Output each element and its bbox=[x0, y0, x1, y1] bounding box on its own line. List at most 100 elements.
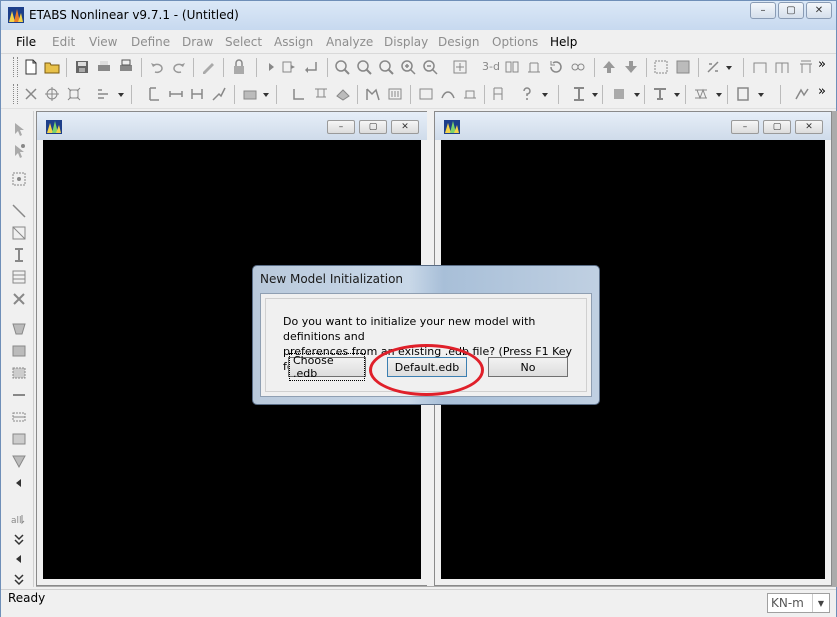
draw-brace-icon[interactable] bbox=[189, 86, 205, 102]
show-tables-icon[interactable] bbox=[491, 86, 507, 102]
object-shrink-icon[interactable] bbox=[653, 59, 669, 75]
draw-area-side-icon[interactable] bbox=[11, 343, 27, 359]
menu-options[interactable]: Options bbox=[492, 35, 538, 49]
menu-view[interactable]: View bbox=[89, 35, 117, 49]
zoom-out-icon[interactable] bbox=[422, 59, 438, 75]
move-up-icon[interactable] bbox=[601, 59, 617, 75]
design-concrete-icon[interactable] bbox=[611, 86, 627, 102]
child-title-bar[interactable]: – ▢ ✕ bbox=[435, 112, 831, 140]
design-joist-icon[interactable] bbox=[693, 86, 709, 102]
draw-beam-icon[interactable] bbox=[168, 86, 184, 102]
rotate-view-icon[interactable] bbox=[548, 59, 564, 75]
run-step-icon[interactable] bbox=[281, 59, 297, 75]
move-down-icon[interactable] bbox=[623, 59, 639, 75]
dropdown-arrow-icon[interactable] bbox=[725, 59, 733, 75]
target-icon[interactable] bbox=[44, 86, 60, 102]
draw-table-icon[interactable] bbox=[798, 59, 814, 75]
select-joint-icon[interactable] bbox=[11, 171, 27, 187]
dropdown-arrow-icon[interactable] bbox=[715, 86, 723, 102]
new-file-icon[interactable] bbox=[23, 59, 39, 75]
elevation-view-icon[interactable] bbox=[526, 59, 542, 75]
print-tables-icon[interactable] bbox=[118, 59, 134, 75]
chevron-down-icon[interactable]: ▼ bbox=[812, 594, 829, 612]
maximize-button[interactable]: ▢ bbox=[778, 2, 804, 19]
dropdown-arrow-icon[interactable] bbox=[633, 86, 641, 102]
dropdown-arrow-icon[interactable] bbox=[541, 86, 549, 102]
view-3d-button[interactable]: 3-d bbox=[482, 60, 500, 76]
pointer-icon[interactable] bbox=[11, 121, 27, 137]
assign-restraint-icon[interactable] bbox=[291, 86, 307, 102]
redo-icon[interactable] bbox=[171, 59, 187, 75]
dropdown-arrow-icon[interactable] bbox=[262, 86, 270, 102]
draw-frame-icon[interactable] bbox=[752, 59, 768, 75]
expand-down-icon[interactable] bbox=[11, 571, 27, 587]
create-area-icon[interactable] bbox=[11, 365, 27, 381]
menu-edit[interactable]: Edit bbox=[52, 35, 75, 49]
toolbar-grip[interactable] bbox=[13, 57, 18, 77]
minimize-button[interactable]: – bbox=[750, 2, 776, 19]
units-select[interactable]: KN-m ▼ bbox=[767, 593, 830, 613]
menu-design[interactable]: Design bbox=[438, 35, 479, 49]
pan-icon[interactable] bbox=[452, 59, 468, 75]
child-restore-button[interactable]: ▢ bbox=[359, 120, 387, 134]
zoom-window-icon[interactable] bbox=[334, 59, 350, 75]
snap-icon[interactable] bbox=[66, 86, 82, 102]
title-bar[interactable]: ETABS Nonlinear v9.7.1 - (Untitled) – ▢ … bbox=[1, 1, 836, 30]
child-close-button[interactable]: ✕ bbox=[795, 120, 823, 134]
show-forces-icon[interactable] bbox=[387, 86, 403, 102]
zoom-full-icon[interactable] bbox=[378, 59, 394, 75]
move-joint-icon[interactable] bbox=[23, 86, 39, 102]
expand-down-icon[interactable] bbox=[11, 531, 27, 547]
draw-column-side-icon[interactable] bbox=[11, 247, 27, 263]
draw-bay-icon[interactable] bbox=[774, 59, 790, 75]
menu-help[interactable]: Help bbox=[550, 35, 577, 49]
run-analysis-icon[interactable] bbox=[263, 59, 279, 75]
design-composite-icon[interactable] bbox=[652, 86, 668, 102]
save-icon[interactable] bbox=[74, 59, 90, 75]
design-steel-icon[interactable] bbox=[571, 86, 587, 102]
draw-rect-area-icon[interactable] bbox=[11, 321, 27, 337]
show-mode-icon[interactable] bbox=[440, 86, 456, 102]
print-graphics-icon[interactable] bbox=[96, 59, 112, 75]
dropdown-arrow-icon[interactable] bbox=[591, 86, 599, 102]
choose-edb-button[interactable]: Choose .edb bbox=[288, 353, 366, 381]
open-folder-icon[interactable] bbox=[44, 59, 60, 75]
return-icon[interactable] bbox=[303, 59, 319, 75]
object-fill-icon[interactable] bbox=[675, 59, 691, 75]
menu-analyze[interactable]: Analyze bbox=[326, 35, 373, 49]
draw-walls-icon[interactable] bbox=[11, 409, 27, 425]
show-deformed-icon[interactable] bbox=[365, 86, 381, 102]
design-wall-icon[interactable] bbox=[735, 86, 751, 102]
child-minimize-button[interactable]: – bbox=[327, 120, 355, 134]
menu-draw[interactable]: Draw bbox=[182, 35, 213, 49]
draw-cross-brace-icon[interactable] bbox=[11, 291, 27, 307]
close-button[interactable]: ✕ bbox=[806, 2, 832, 19]
child-close-button[interactable]: ✕ bbox=[391, 120, 419, 134]
zoom-in-icon[interactable] bbox=[400, 59, 416, 75]
set-display-options-icon[interactable] bbox=[705, 59, 721, 75]
dropdown-arrow-icon[interactable] bbox=[757, 86, 765, 102]
dropdown-arrow-icon[interactable] bbox=[673, 86, 681, 102]
draw-line-icon[interactable] bbox=[11, 203, 27, 219]
menu-file[interactable]: File bbox=[16, 35, 36, 49]
perspective-icon[interactable] bbox=[570, 59, 586, 75]
pencil-icon[interactable] bbox=[200, 59, 216, 75]
child-minimize-button[interactable]: – bbox=[731, 120, 759, 134]
assign-diaphragm-icon[interactable] bbox=[335, 86, 351, 102]
help-question-icon[interactable] bbox=[519, 86, 535, 102]
toolbar-overflow-button[interactable]: » bbox=[818, 57, 834, 73]
draw-link-icon[interactable] bbox=[211, 86, 227, 102]
plan-view-icon[interactable] bbox=[504, 59, 520, 75]
snap-options-icon[interactable] bbox=[95, 86, 111, 102]
menu-display[interactable]: Display bbox=[384, 35, 428, 49]
zoom-restore-icon[interactable] bbox=[356, 59, 372, 75]
reshape-icon[interactable] bbox=[11, 143, 27, 159]
toolbar-grip[interactable] bbox=[13, 84, 18, 104]
toolbar-overflow-button[interactable]: » bbox=[818, 84, 834, 100]
draw-wall-icon[interactable] bbox=[11, 387, 27, 403]
lock-icon[interactable] bbox=[231, 59, 247, 75]
child-title-bar[interactable]: – ▢ ✕ bbox=[37, 112, 427, 140]
draw-column-icon[interactable] bbox=[146, 86, 162, 102]
draw-line-region-icon[interactable] bbox=[11, 225, 27, 241]
scroll-left-icon[interactable] bbox=[11, 551, 27, 567]
